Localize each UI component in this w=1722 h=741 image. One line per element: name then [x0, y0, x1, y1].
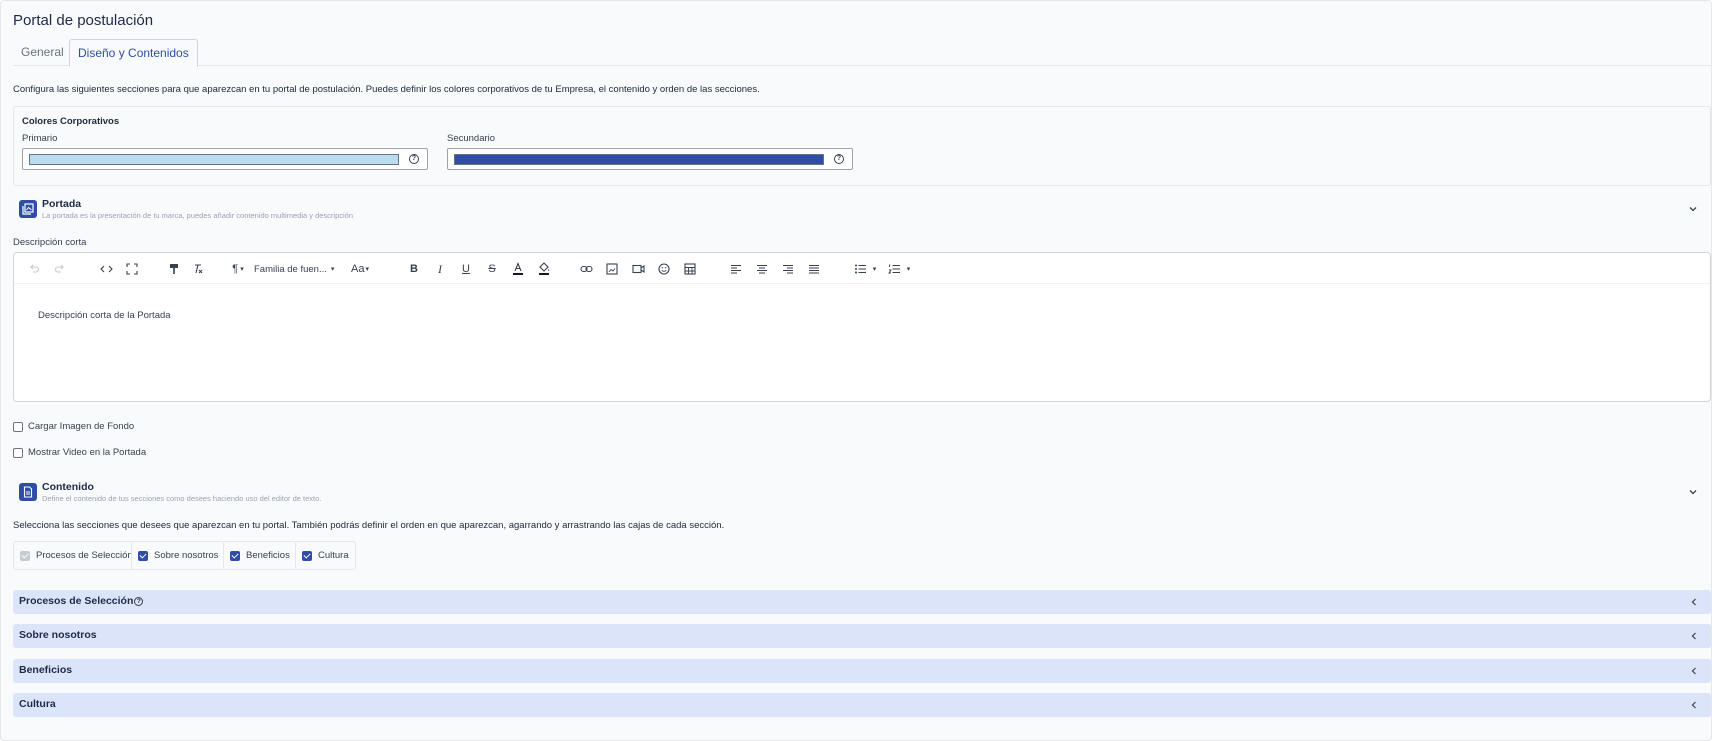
section-chip-cultura[interactable]: Cultura — [295, 541, 356, 570]
show-video-label: Mostrar Video en la Portada — [28, 447, 147, 458]
italic-icon[interactable]: I — [432, 259, 448, 279]
numbered-list-dropdown[interactable]: ▾ — [884, 259, 914, 279]
primary-color-label: Primario — [22, 133, 58, 144]
portada-subtitle: La portada es la presentación de tu marc… — [42, 211, 354, 220]
beneficios-checkbox[interactable] — [230, 550, 240, 561]
background-color-icon[interactable] — [536, 259, 552, 279]
table-icon[interactable] — [682, 259, 698, 279]
help-icon[interactable]: ? — [409, 154, 419, 164]
rich-text-editor[interactable]: ¶ ▾ Familia de fuen... ▾ Aa ▾ B I U S ▾ … — [13, 252, 1711, 402]
sections-select-intro: Selecciona las secciones que desees que … — [13, 520, 725, 531]
bold-icon[interactable]: B — [406, 259, 422, 279]
align-justify-icon[interactable] — [806, 259, 822, 279]
page-title: Portal de postulación — [13, 12, 154, 29]
short-description-label: Descripción corta — [13, 237, 87, 248]
accordion-procesos[interactable]: Procesos de Selección? — [13, 590, 1711, 614]
contenido-section-header[interactable]: Contenido Define el contenido de tus sec… — [19, 481, 1711, 509]
section-chip-procesos: Procesos de Selección — [13, 541, 140, 570]
accordion-title: Cultura — [19, 698, 56, 710]
chevron-down-icon[interactable] — [1687, 486, 1699, 498]
contenido-subtitle: Define el contenido de tus secciones com… — [42, 494, 322, 503]
font-family-dropdown[interactable]: Familia de fuen... ▾ — [254, 259, 338, 279]
accordion-title: Procesos de Selección — [19, 595, 134, 607]
align-left-icon[interactable] — [728, 259, 744, 279]
cultura-checkbox[interactable] — [302, 550, 312, 561]
help-icon[interactable]: ? — [834, 154, 844, 164]
tab-bar: General Diseño y Contenidos — [13, 39, 1711, 67]
font-size-value: Aa — [351, 263, 365, 275]
chip-label: Cultura — [318, 550, 349, 561]
chevron-down-icon[interactable] — [1687, 203, 1699, 215]
chevron-left-icon[interactable] — [1689, 665, 1699, 677]
align-center-icon[interactable] — [754, 259, 770, 279]
help-icon[interactable]: ? — [134, 597, 144, 606]
link-icon[interactable] — [578, 259, 594, 279]
procesos-checkbox — [20, 550, 30, 561]
paragraph-format-dropdown[interactable]: ¶ ▾ — [228, 259, 248, 279]
strikethrough-icon[interactable]: S — [484, 259, 500, 279]
secondary-color-swatch[interactable] — [454, 154, 824, 165]
font-size-dropdown[interactable]: Aa ▾ — [348, 259, 372, 279]
chip-label: Beneficios — [246, 550, 290, 561]
primary-color-swatch[interactable] — [29, 154, 399, 165]
underline-icon[interactable]: U — [458, 259, 474, 279]
portada-title: Portada — [42, 198, 82, 210]
primary-color-input[interactable]: ? — [22, 148, 428, 170]
section-chip-beneficios[interactable]: Beneficios — [223, 541, 297, 570]
image-icon[interactable] — [604, 259, 620, 279]
code-view-icon[interactable] — [98, 259, 114, 279]
bullet-list-dropdown[interactable]: ▾ — [850, 259, 880, 279]
accordion-beneficios[interactable]: Beneficios — [13, 659, 1711, 683]
portal-settings-panel: Portal de postulación General Diseño y C… — [0, 0, 1712, 741]
tab-design-content[interactable]: Diseño y Contenidos — [69, 39, 198, 67]
document-icon — [19, 483, 37, 501]
emoji-icon[interactable] — [656, 259, 672, 279]
video-icon[interactable] — [630, 259, 646, 279]
accordion-sobre-nosotros[interactable]: Sobre nosotros — [13, 624, 1711, 648]
secondary-color-label: Secundario — [447, 133, 496, 144]
sobre-nosotros-checkbox[interactable] — [138, 550, 148, 561]
format-painter-icon[interactable] — [166, 259, 182, 279]
intro-text: Configura las siguientes secciones para … — [13, 84, 760, 95]
corporate-colors-title: Colores Corporativos — [22, 116, 120, 127]
portada-section-header[interactable]: Portada La portada es la presentación de… — [19, 198, 1711, 226]
redo-icon[interactable] — [52, 259, 68, 279]
align-right-icon[interactable] — [780, 259, 796, 279]
contenido-title: Contenido — [42, 481, 94, 493]
section-chip-sobre-nosotros[interactable]: Sobre nosotros — [131, 541, 226, 570]
chevron-left-icon[interactable] — [1689, 699, 1699, 711]
show-video-checkbox-row[interactable]: Mostrar Video en la Portada — [13, 447, 146, 458]
accordion-cultura[interactable]: Cultura — [13, 693, 1711, 717]
chip-label: Sobre nosotros — [154, 550, 219, 561]
chevron-left-icon[interactable] — [1689, 630, 1699, 642]
accordion-title: Beneficios — [19, 664, 73, 676]
undo-icon[interactable] — [26, 259, 42, 279]
gallery-icon — [19, 200, 37, 218]
background-image-checkbox-row[interactable]: Cargar Imagen de Fondo — [13, 421, 134, 432]
editor-toolbar: ¶ ▾ Familia de fuen... ▾ Aa ▾ B I U S ▾ … — [14, 253, 1710, 284]
chip-label: Procesos de Selección — [36, 550, 133, 561]
background-image-label: Cargar Imagen de Fondo — [28, 421, 135, 432]
font-family-value: Familia de fuen... — [254, 263, 327, 275]
accordion-title: Sobre nosotros — [19, 629, 97, 641]
fullscreen-icon[interactable] — [124, 259, 140, 279]
background-image-checkbox[interactable] — [13, 421, 23, 432]
clear-format-icon[interactable] — [190, 259, 206, 279]
corporate-colors-box: Colores Corporativos Primario ? Secundar… — [13, 106, 1711, 186]
show-video-checkbox[interactable] — [13, 447, 23, 458]
tab-general[interactable]: General — [13, 39, 72, 67]
chevron-left-icon[interactable] — [1689, 596, 1699, 608]
secondary-color-input[interactable]: ? — [447, 148, 853, 170]
editor-content[interactable]: Descripción corta de la Portada — [38, 310, 171, 321]
text-color-icon[interactable] — [510, 259, 526, 279]
